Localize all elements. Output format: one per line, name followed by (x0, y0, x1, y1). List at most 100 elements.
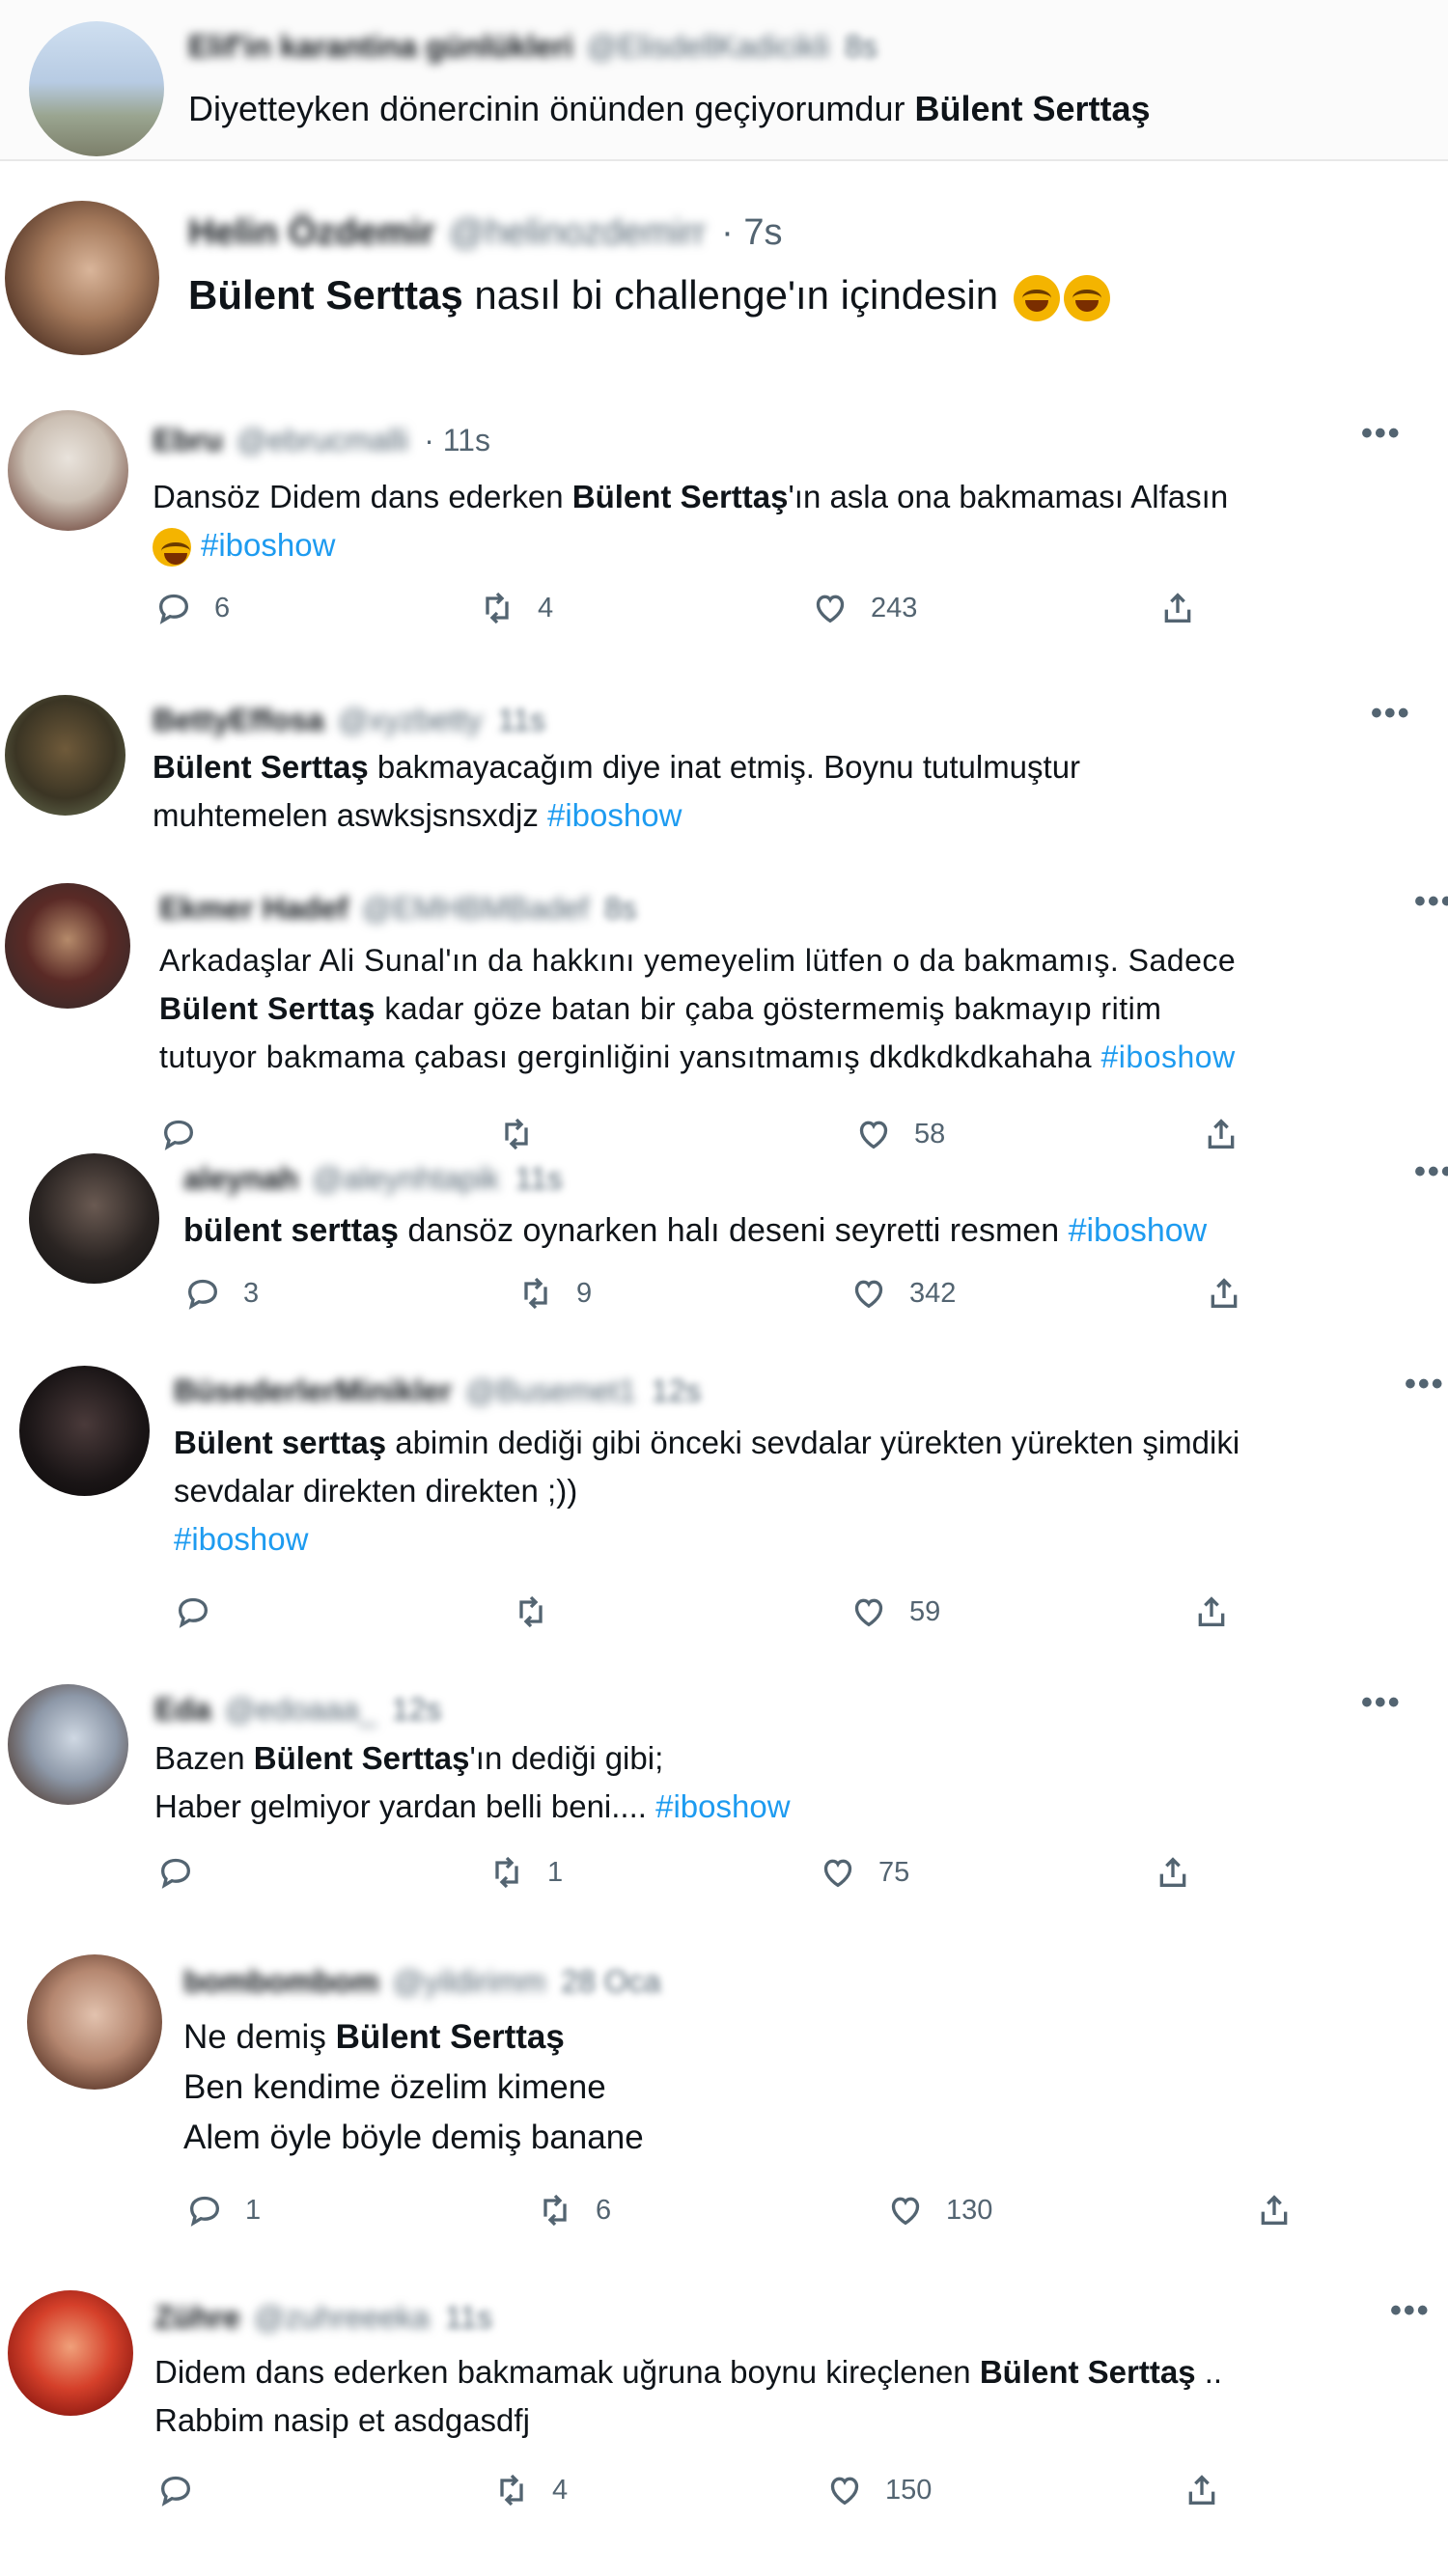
more-dots-icon[interactable]: ••• (1371, 695, 1411, 733)
share-button[interactable] (1255, 2191, 1315, 2230)
timestamp[interactable]: 28 Oca (561, 1964, 660, 2000)
avatar[interactable] (8, 410, 128, 531)
timestamp[interactable]: 12s (392, 1692, 442, 1728)
share-button[interactable] (1154, 1853, 1213, 1892)
retweet-button[interactable]: 4 (492, 2471, 568, 2509)
reply-button[interactable] (156, 2471, 216, 2509)
reply-button[interactable]: 3 (183, 1274, 259, 1313)
author-name[interactable]: Ebru (153, 423, 223, 458)
reply-button[interactable] (156, 1853, 216, 1892)
share-button[interactable] (1205, 1274, 1265, 1313)
avatar[interactable] (29, 1153, 159, 1284)
timestamp[interactable]: 11s (445, 2300, 492, 2336)
more-dots-icon[interactable]: ••• (1390, 2292, 1431, 2330)
tweet[interactable]: Ekmer Hadef @EMHBMBadef 8s ••• Arkadaşla… (0, 873, 1448, 1163)
like-button[interactable]: 75 (819, 1853, 909, 1892)
hashtag-link[interactable]: #iboshow (1069, 1212, 1208, 1249)
like-button[interactable]: 150 (825, 2471, 932, 2509)
laughing-tears-emoji (1063, 274, 1110, 321)
like-button[interactable]: 130 (886, 2191, 992, 2230)
tweet[interactable]: Helin Özdemir @helinozdemirr · 7s Bülent… (0, 193, 1448, 376)
timestamp[interactable]: 11s (498, 703, 545, 738)
tweet[interactable]: Zühre @zuhreeeka 11s ••• Didem dans eder… (0, 2283, 1448, 2562)
tweet[interactable]: bombombom @yildirimm 28 Oca Ne demiş Bül… (0, 1945, 1448, 2254)
share-button[interactable] (1192, 1593, 1252, 1631)
heart-icon (849, 1593, 888, 1631)
retweet-icon (487, 1853, 526, 1892)
author-name[interactable]: bombombom (183, 1964, 379, 2000)
more-dots-icon[interactable]: ••• (1361, 1684, 1402, 1722)
author-handle[interactable]: @aleynhtapik (312, 1161, 499, 1197)
retweet-icon (516, 1274, 555, 1313)
timestamp[interactable]: 11s (515, 1161, 563, 1197)
tweet[interactable]: Ebru @ebrucmalli · 11s ••• Dansöz Didem … (0, 405, 1448, 666)
quoted-tweet[interactable]: Elif'in karantina günlükleri @ElisdellKa… (0, 0, 1448, 159)
tweet-text: Bülent Serttaş bakmayacağım diye inat et… (153, 749, 1081, 833)
share-button[interactable] (1158, 589, 1218, 627)
author-name[interactable]: BüsederlerMinikler (174, 1373, 452, 1409)
tweet[interactable]: BüsederlerMinikler @Busemet1 12s ••• Bül… (0, 1356, 1448, 1646)
laughing-tears-emoji (153, 528, 191, 568)
author-name[interactable]: aleynah (183, 1161, 298, 1197)
avatar[interactable] (8, 2290, 133, 2416)
author-handle[interactable]: @helinozdemirr (449, 212, 707, 254)
author-name[interactable]: Elif'in karantina günlükleri (188, 29, 573, 65)
avatar[interactable] (27, 1954, 162, 2090)
author-name[interactable]: Eda (154, 1692, 211, 1728)
like-button[interactable]: 59 (849, 1593, 940, 1631)
timestamp[interactable]: · 7s (721, 212, 782, 254)
tweet[interactable]: BettyEffosa @xyzbetty 11s ••• Bülent Ser… (0, 685, 1448, 859)
more-dots-icon[interactable]: ••• (1405, 1366, 1445, 1403)
author-handle[interactable]: @Busemet1 (465, 1373, 636, 1409)
timestamp[interactable]: · 11s (424, 423, 490, 458)
tweet[interactable]: aleynah @aleynhtapik 11s ••• bülent sert… (0, 1144, 1448, 1337)
retweet-button[interactable]: 9 (516, 1274, 592, 1313)
reply-button[interactable]: 6 (154, 589, 230, 627)
tweet-text: Arkadaşlar Ali Sunal'ın da hakkını yemey… (159, 943, 1237, 1074)
retweet-button[interactable]: 4 (478, 589, 553, 627)
retweet-button[interactable] (512, 1593, 571, 1631)
retweet-icon (478, 589, 516, 627)
reply-button[interactable]: 1 (185, 2191, 261, 2230)
laughing-tears-emoji (1013, 274, 1060, 321)
timestamp[interactable]: 8s (604, 891, 637, 927)
retweet-button[interactable]: 1 (487, 1853, 563, 1892)
avatar[interactable] (29, 21, 164, 156)
reply-icon (154, 589, 193, 627)
timestamp[interactable]: 12s (652, 1373, 702, 1409)
avatar[interactable] (8, 1684, 128, 1805)
avatar[interactable] (5, 201, 159, 355)
author-handle[interactable]: @ElisdellKadicikli (587, 29, 829, 65)
timestamp[interactable]: 8s (845, 29, 877, 65)
retweet-button[interactable]: 6 (536, 2191, 611, 2230)
like-button[interactable]: 342 (849, 1274, 956, 1313)
hashtag-link[interactable]: #iboshow (547, 797, 682, 833)
avatar[interactable] (19, 1366, 150, 1496)
more-dots-icon[interactable]: ••• (1414, 883, 1448, 921)
author-name[interactable]: Helin Özdemir (188, 212, 435, 254)
author-handle[interactable]: @zuhreeeka (254, 2300, 430, 2336)
author-handle[interactable]: @ebrucmalli (237, 423, 408, 458)
more-dots-icon[interactable]: ••• (1361, 415, 1402, 453)
author-handle[interactable]: @EMHBMBadef (362, 891, 589, 927)
hashtag-link[interactable]: #iboshow (655, 1788, 790, 1824)
like-button[interactable]: 243 (811, 589, 917, 627)
hashtag-link[interactable]: #iboshow (174, 1521, 308, 1557)
reply-icon (156, 2471, 195, 2509)
author-name[interactable]: Zühre (154, 2300, 240, 2336)
avatar[interactable] (5, 883, 130, 1009)
hashtag-link[interactable]: #iboshow (1100, 1039, 1235, 1074)
author-handle[interactable]: @yildirimm (393, 1964, 546, 2000)
hashtag-link[interactable]: #iboshow (201, 527, 335, 563)
avatar[interactable] (5, 695, 125, 816)
author-handle[interactable]: @xyzbetty (338, 703, 483, 738)
author-name[interactable]: BettyEffosa (153, 703, 324, 738)
more-dots-icon[interactable]: ••• (1414, 1153, 1448, 1191)
reply-button[interactable] (174, 1593, 234, 1631)
reply-icon (174, 1593, 212, 1631)
tweet-text: Diyetteyken dönercinin önünden geçiyorum… (188, 89, 1151, 128)
author-handle[interactable]: @edoaaa_ (225, 1692, 376, 1728)
author-name[interactable]: Ekmer Hadef (159, 891, 348, 927)
tweet[interactable]: Eda @edoaaa_ 12s ••• Bazen Bülent Sertta… (0, 1675, 1448, 1916)
share-button[interactable] (1183, 2471, 1242, 2509)
